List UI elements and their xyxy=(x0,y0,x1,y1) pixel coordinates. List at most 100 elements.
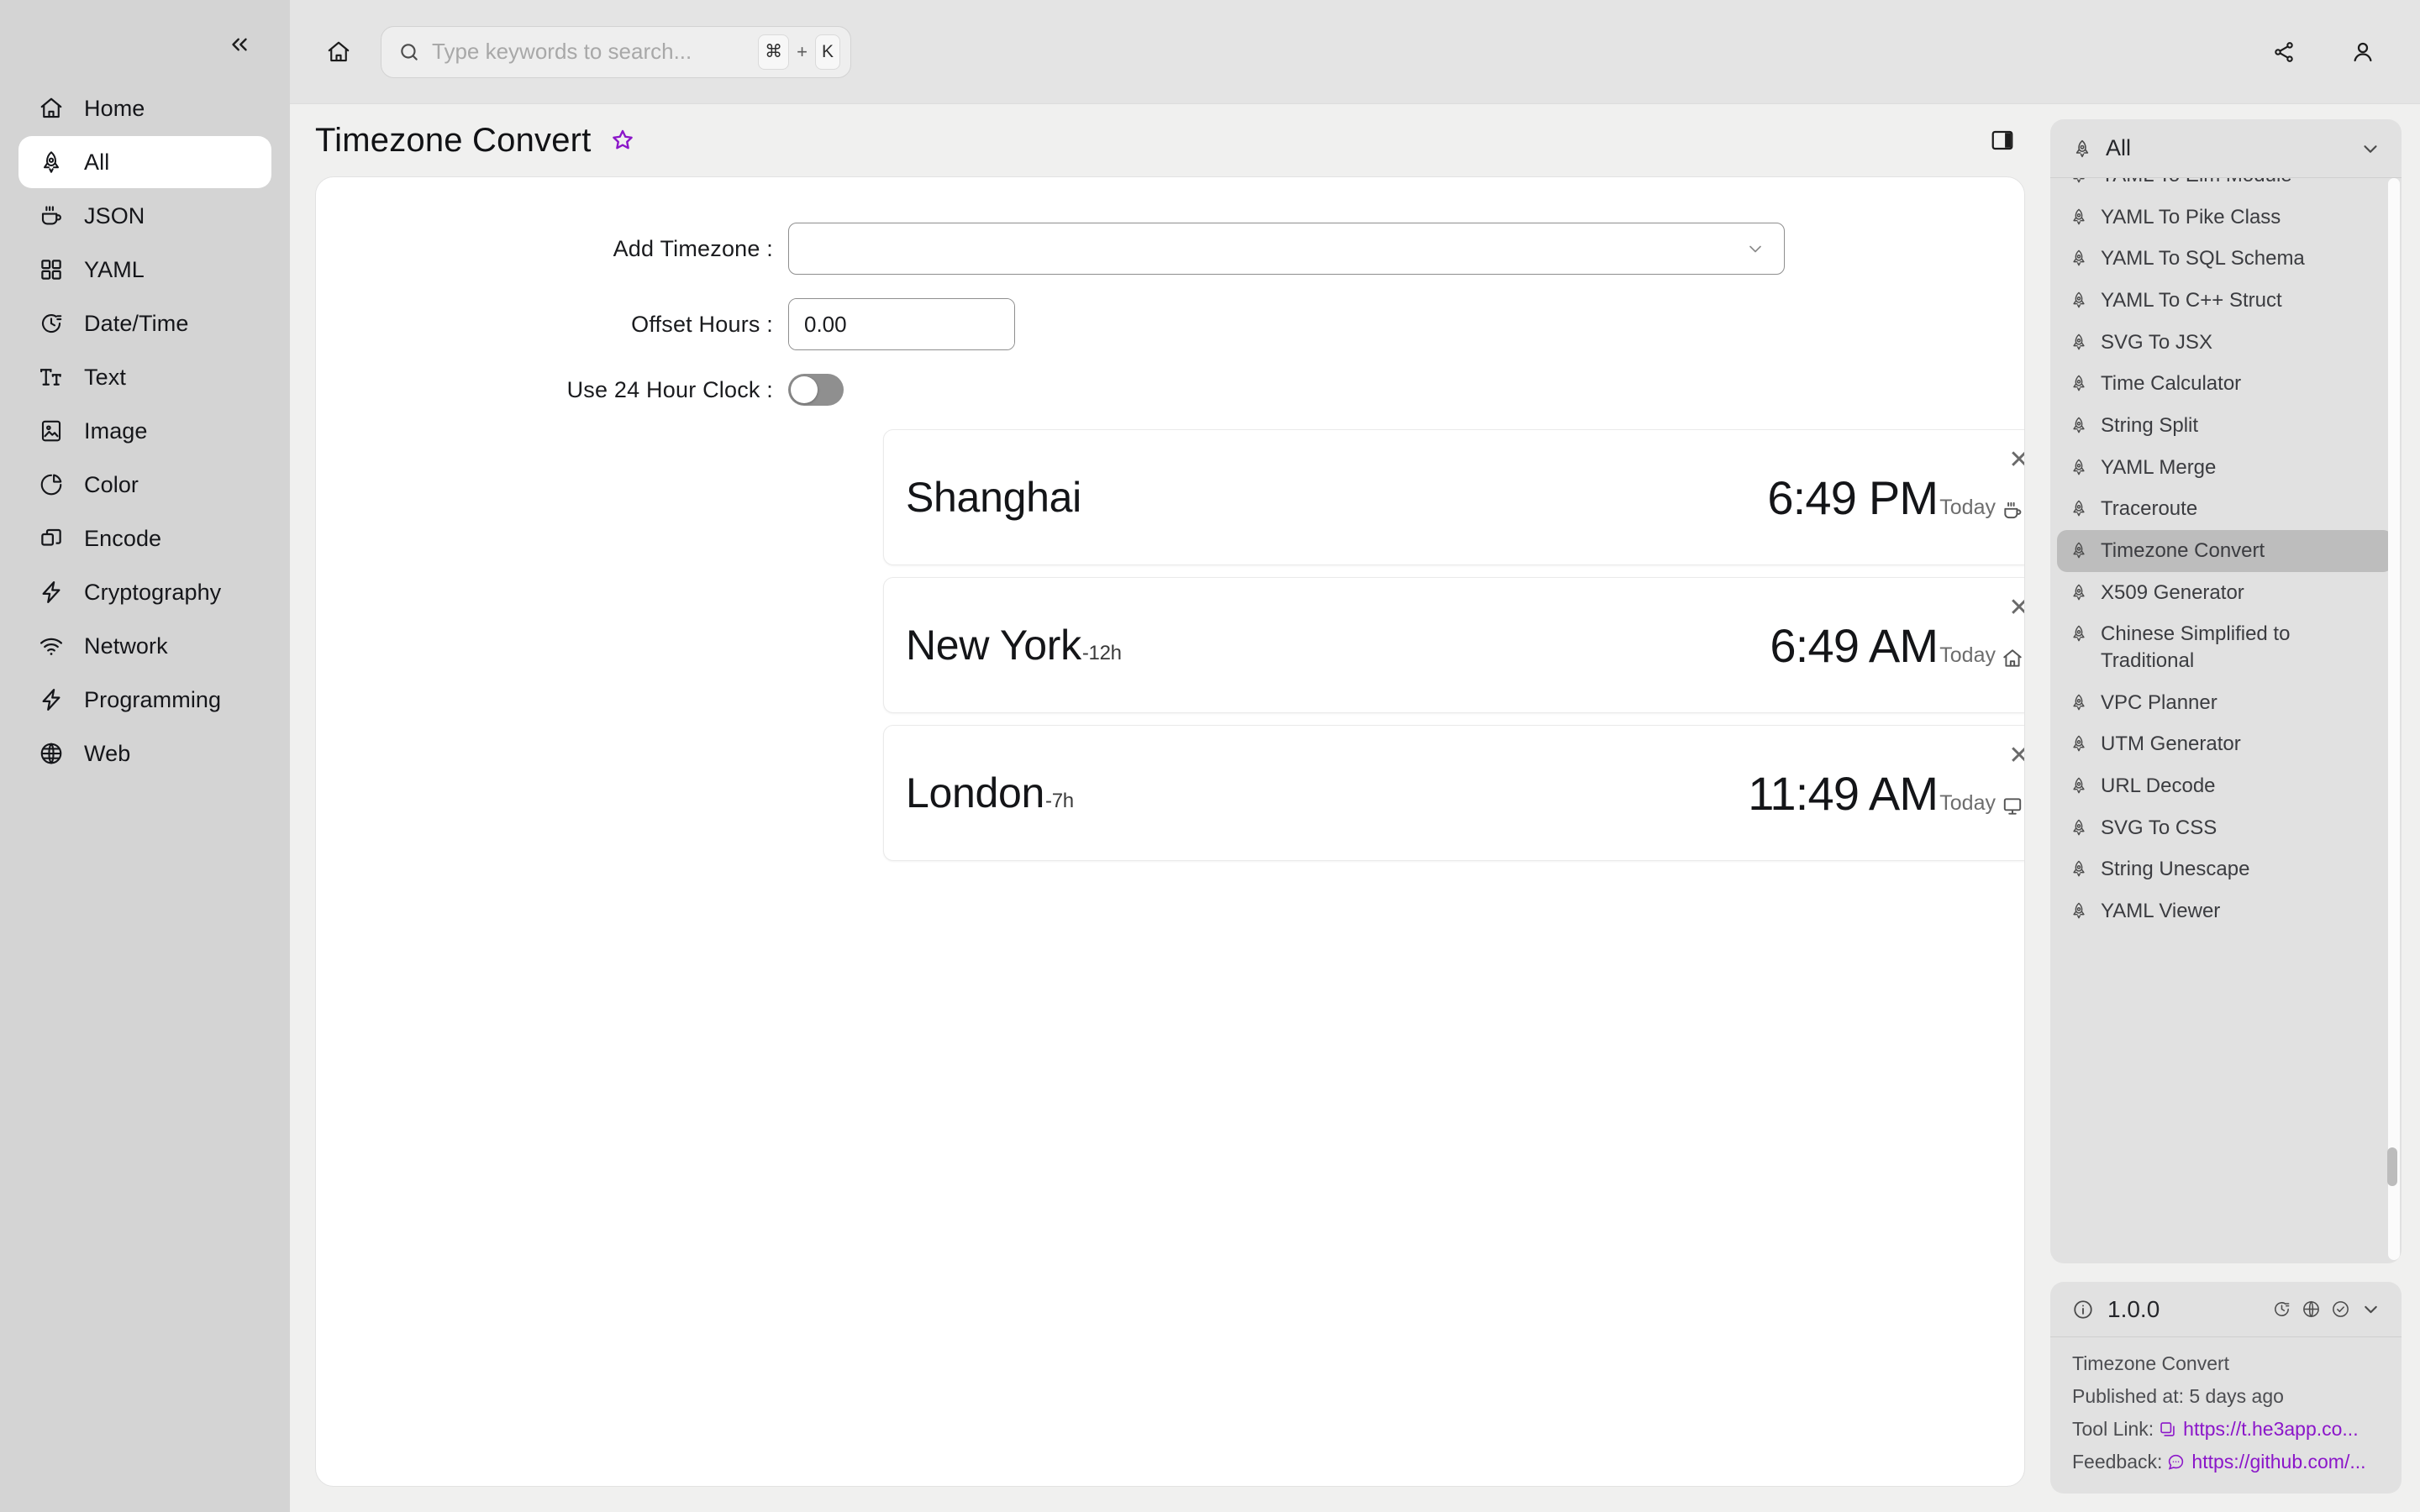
tool-list-item[interactable]: UTM Generator xyxy=(2057,723,2393,765)
close-icon[interactable]: ✕ xyxy=(2005,593,2024,622)
wifi-icon xyxy=(37,632,66,660)
tool-list-item[interactable]: Timezone Convert xyxy=(2057,530,2393,572)
pie-chart-icon xyxy=(37,470,66,499)
panel-right-icon[interactable] xyxy=(1983,121,2022,160)
add-timezone-select[interactable] xyxy=(788,223,1785,275)
tool-list-item[interactable]: YAML Merge xyxy=(2057,447,2393,489)
timezone-city: Shanghai xyxy=(906,473,1082,522)
sidebar-item-programming[interactable]: Programming xyxy=(18,674,271,726)
sidebar-nav-list: Home All JSON YAML Date/Time Text Image Color En… xyxy=(0,71,290,780)
home-icon[interactable] xyxy=(315,29,362,76)
timezone-offset: -7h xyxy=(1045,790,1074,812)
tool-link[interactable]: https://t.he3app.co... xyxy=(2159,1418,2359,1441)
close-icon[interactable]: ✕ xyxy=(2005,741,2024,769)
sidebar-item-all[interactable]: All xyxy=(18,136,271,188)
tool-list-item[interactable]: SVG To CSS xyxy=(2057,807,2393,849)
kbd-mod: ⌘ xyxy=(758,34,790,70)
rocket-icon xyxy=(2069,690,2089,715)
sidebar-item-label: Text xyxy=(84,364,126,390)
sidebar-item-json[interactable]: JSON xyxy=(18,190,271,242)
offset-hours-input[interactable] xyxy=(789,299,1014,349)
sidebar-item-encode[interactable]: Encode xyxy=(18,512,271,564)
timezone-card[interactable]: New York-12h 6:49 AMToday ✕ xyxy=(883,577,2024,713)
kbd-key: K xyxy=(814,34,840,70)
feedback-row: Feedback: https://github.com/... xyxy=(2072,1451,2380,1473)
use-24-hour-toggle[interactable] xyxy=(788,374,844,406)
rocket-icon xyxy=(2069,773,2089,798)
tool-list-item[interactable]: String Unescape xyxy=(2057,848,2393,890)
coffee-icon xyxy=(2002,500,2023,522)
sidebar-item-label: Network xyxy=(84,633,168,659)
rocket-icon xyxy=(2069,287,2089,312)
sidebar-item-date-time[interactable]: Date/Time xyxy=(18,297,271,349)
sidebar-item-color[interactable]: Color xyxy=(18,459,271,511)
tool-list-item[interactable]: URL Decode xyxy=(2057,765,2393,807)
sidebar-item-web[interactable]: Web xyxy=(18,727,271,780)
external-link-icon xyxy=(2159,1420,2176,1438)
tools-scroll-area[interactable]: YAML To Elm Module YAML To Pike Class YAML… xyxy=(2050,178,2402,1263)
app-root: Home All JSON YAML Date/Time Text Image Color En… xyxy=(0,0,2420,1512)
sidebar-item-yaml[interactable]: YAML xyxy=(18,244,271,296)
close-icon[interactable]: ✕ xyxy=(2005,445,2024,474)
tool-list-item[interactable]: Time Calculator xyxy=(2057,363,2393,405)
timezone-city: New York -12h xyxy=(906,621,1122,669)
tools-scrollbar-track[interactable] xyxy=(2387,178,2400,1260)
rocket-icon xyxy=(2069,580,2089,605)
feedback-label: Feedback: xyxy=(2072,1451,2163,1473)
tool-list-item[interactable]: YAML Viewer xyxy=(2057,890,2393,932)
info-icon xyxy=(2072,1299,2094,1320)
tool-list-item[interactable]: X509 Generator xyxy=(2057,572,2393,614)
tool-list-item[interactable]: Chinese Simplified to Traditional xyxy=(2057,613,2393,681)
globe-icon[interactable] xyxy=(2302,1299,2321,1319)
timezone-card[interactable]: Shanghai6:49 PMToday✕ xyxy=(883,429,2024,565)
tool-list-item-label: SVG To JSX xyxy=(2101,330,2212,354)
sidebar-item-image[interactable]: Image xyxy=(18,405,271,457)
tool-link-label: Tool Link: xyxy=(2072,1418,2154,1440)
rocket-icon xyxy=(2069,496,2089,521)
tool-list-item[interactable]: YAML To SQL Schema xyxy=(2057,238,2393,280)
tool-list-item[interactable]: YAML To Elm Module xyxy=(2057,178,2393,197)
tool-list-item[interactable]: SVG To JSX xyxy=(2057,322,2393,364)
user-icon[interactable] xyxy=(2344,34,2381,71)
chevrons-left-icon[interactable] xyxy=(221,26,258,63)
sidebar-item-cryptography[interactable]: Cryptography xyxy=(18,566,271,618)
tools-list: YAML To Elm Module YAML To Pike Class YAML… xyxy=(2057,178,2393,932)
offset-hours-group: Hours xyxy=(788,298,1015,350)
timezone-day: Today xyxy=(1939,643,1996,667)
tool-list-item[interactable]: YAML To Pike Class xyxy=(2057,197,2393,239)
coffee-icon xyxy=(37,202,66,230)
tool-list-item[interactable]: YAML To C++ Struct xyxy=(2057,280,2393,322)
chevron-down-icon[interactable] xyxy=(2360,1299,2381,1320)
topbar: Type keywords to search... ⌘ + K xyxy=(290,0,2420,104)
sidebar-item-text[interactable]: Text xyxy=(18,351,271,403)
tool-list-item[interactable]: VPC Planner xyxy=(2057,682,2393,724)
tool-list-item[interactable]: String Split xyxy=(2057,405,2393,447)
tools-filter-dropdown[interactable]: All xyxy=(2050,119,2402,178)
sidebar-item-home[interactable]: Home xyxy=(18,82,271,134)
share-icon[interactable] xyxy=(2265,34,2302,71)
search-input[interactable]: Type keywords to search... ⌘ + K xyxy=(381,25,851,78)
message-icon xyxy=(2167,1453,2185,1471)
tools-scrollbar-thumb[interactable] xyxy=(2387,1147,2397,1186)
timezone-time: 6:49 AM xyxy=(1770,618,1939,672)
tool-info-name: Timezone Convert xyxy=(2072,1352,2230,1374)
bolt-icon xyxy=(37,685,66,714)
tool-list-item[interactable]: Traceroute xyxy=(2057,488,2393,530)
timezone-card[interactable]: London-7h11:49 AMToday✕ xyxy=(883,725,2024,861)
rocket-icon xyxy=(2069,454,2089,480)
check-circle-icon[interactable] xyxy=(2331,1299,2350,1319)
sidebar-item-network[interactable]: Network xyxy=(18,620,271,672)
image-icon xyxy=(37,417,66,445)
tool-list-item-label: YAML To SQL Schema xyxy=(2101,247,2305,270)
rocket-icon xyxy=(37,148,66,176)
feedback-link[interactable]: https://github.com/... xyxy=(2167,1451,2366,1473)
rocket-icon xyxy=(2069,370,2089,396)
timezone-city-name: New York xyxy=(906,622,1081,669)
topbar-actions xyxy=(2265,34,2381,71)
clock-icon[interactable] xyxy=(2272,1299,2291,1319)
tool-list-item-label: String Split xyxy=(2101,414,2199,438)
copy-icon xyxy=(37,524,66,553)
sidebar-collapse-row xyxy=(0,18,290,71)
rocket-icon xyxy=(2069,204,2089,229)
star-icon[interactable] xyxy=(610,128,635,153)
